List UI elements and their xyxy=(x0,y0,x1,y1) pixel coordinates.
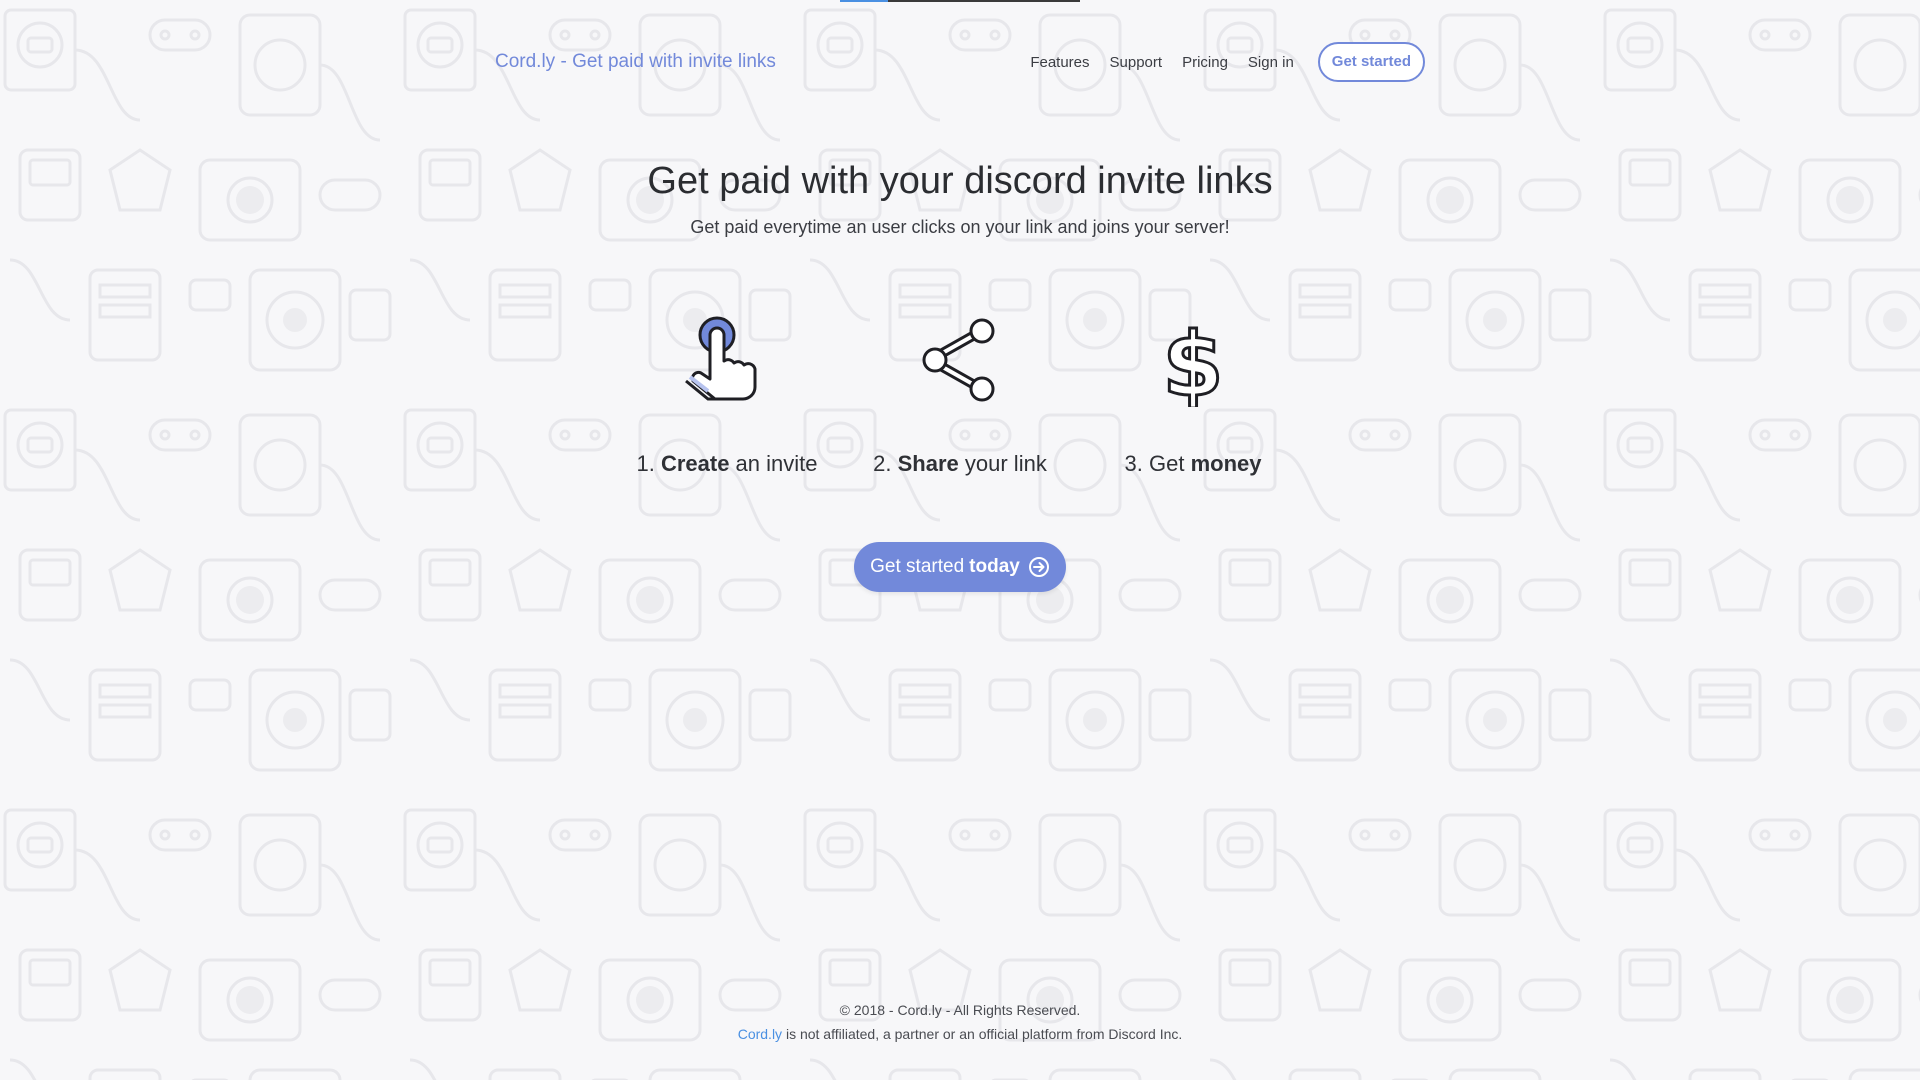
hero-title: Get paid with your discord invite links xyxy=(647,160,1273,202)
cta-text: Get started xyxy=(870,556,965,577)
svg-text:$: $ xyxy=(1162,315,1223,407)
nav-features[interactable]: Features xyxy=(1030,54,1089,71)
nav-support[interactable]: Support xyxy=(1110,54,1163,71)
step-money: $ 3. Get money xyxy=(1073,315,1313,477)
get-started-today-button[interactable]: Get started today xyxy=(854,542,1066,592)
step-money-label: 3. Get money xyxy=(1124,451,1262,476)
site-header: Cord.ly - Get paid with invite links Fea… xyxy=(495,40,1425,84)
steps-row: 1. Create an invite 2. Share your link $… xyxy=(0,315,1920,485)
header-get-started-button[interactable]: Get started xyxy=(1317,42,1425,82)
arrow-right-circle-icon xyxy=(1028,557,1049,577)
footer-copyright: © 2018 - Cord.ly - All Rights Reserved. xyxy=(839,1002,1081,1018)
cta-text-bold: today xyxy=(969,556,1020,577)
footer-brand-link[interactable]: Cord.ly xyxy=(738,1026,782,1042)
hero-section: Get paid with your discord invite links … xyxy=(0,160,1920,592)
main-nav: Features Support Pricing Sign in Get sta… xyxy=(1010,42,1425,82)
tap-hand-icon xyxy=(685,316,757,401)
step-create: 1. Create an invite xyxy=(607,315,847,477)
share-icon xyxy=(922,318,995,402)
step-create-label: 1. Create an invite xyxy=(636,451,818,476)
hero-subtitle: Get paid everytime an user clicks on you… xyxy=(690,217,1230,237)
dollar-icon: $ xyxy=(1161,315,1225,407)
nav-sign-in[interactable]: Sign in xyxy=(1248,54,1294,71)
site-footer: © 2018 - Cord.ly - All Rights Reserved. … xyxy=(0,998,1920,1046)
footer-disclaimer: Cord.ly is not affiliated, a partner or … xyxy=(0,1022,1920,1046)
nav-pricing[interactable]: Pricing xyxy=(1182,54,1228,71)
step-share-label: 2. Share your link xyxy=(873,451,1047,476)
step-share: 2. Share your link xyxy=(840,315,1080,477)
page-load-progress xyxy=(840,0,1080,2)
footer-disclaimer-text: is not affiliated, a partner or an offic… xyxy=(782,1026,1183,1042)
brand-link[interactable]: Cord.ly - Get paid with invite links xyxy=(495,51,776,73)
page-load-progress-fill xyxy=(840,0,888,2)
